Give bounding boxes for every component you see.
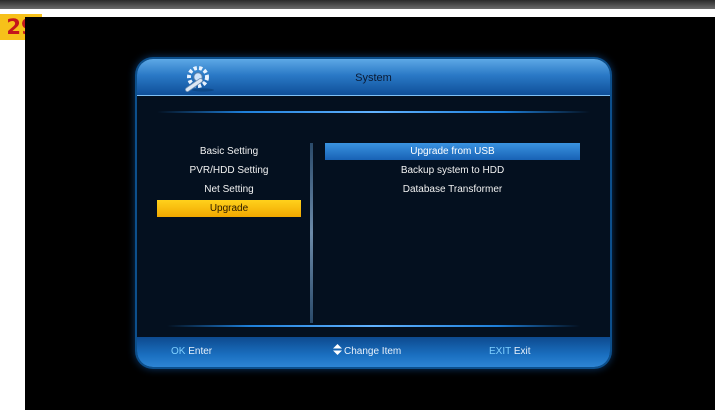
footer-change-hint: Change Item	[333, 337, 401, 367]
menu-item-net-setting[interactable]: Net Setting	[157, 181, 301, 198]
footer-exit-hint: EXIT Exit	[489, 337, 531, 367]
option-database-transformer[interactable]: Database Transformer	[325, 181, 580, 198]
menu-item-upgrade[interactable]: Upgrade	[157, 200, 301, 217]
column-divider	[310, 143, 313, 323]
change-item-label: Change Item	[344, 346, 402, 357]
top-glow-line	[157, 111, 590, 113]
footer-ok-hint: OK Enter	[171, 337, 212, 367]
option-upgrade-from-usb[interactable]: Upgrade from USB	[325, 143, 580, 160]
window-title: System	[355, 72, 392, 84]
help-footer: OK Enter Change Item EXIT Exit	[137, 337, 610, 367]
title-bar: System	[137, 59, 610, 96]
tv-screen: System Basic Setting PVR/HDD Setting Net…	[25, 17, 715, 410]
ok-key-label: OK	[171, 346, 186, 357]
exit-action-label: Exit	[513, 346, 531, 357]
top-rule	[0, 0, 715, 9]
exit-key-label: EXIT	[489, 346, 512, 357]
up-down-arrow-icon	[333, 344, 342, 355]
menu-item-basic-setting[interactable]: Basic Setting	[157, 143, 301, 160]
menu-item-pvr-hdd-setting[interactable]: PVR/HDD Setting	[157, 162, 301, 179]
ok-action-label: Enter	[188, 346, 213, 357]
bottom-glow-line	[167, 325, 580, 327]
system-window: System Basic Setting PVR/HDD Setting Net…	[137, 59, 610, 367]
option-backup-system-to-hdd[interactable]: Backup system to HDD	[325, 162, 580, 179]
